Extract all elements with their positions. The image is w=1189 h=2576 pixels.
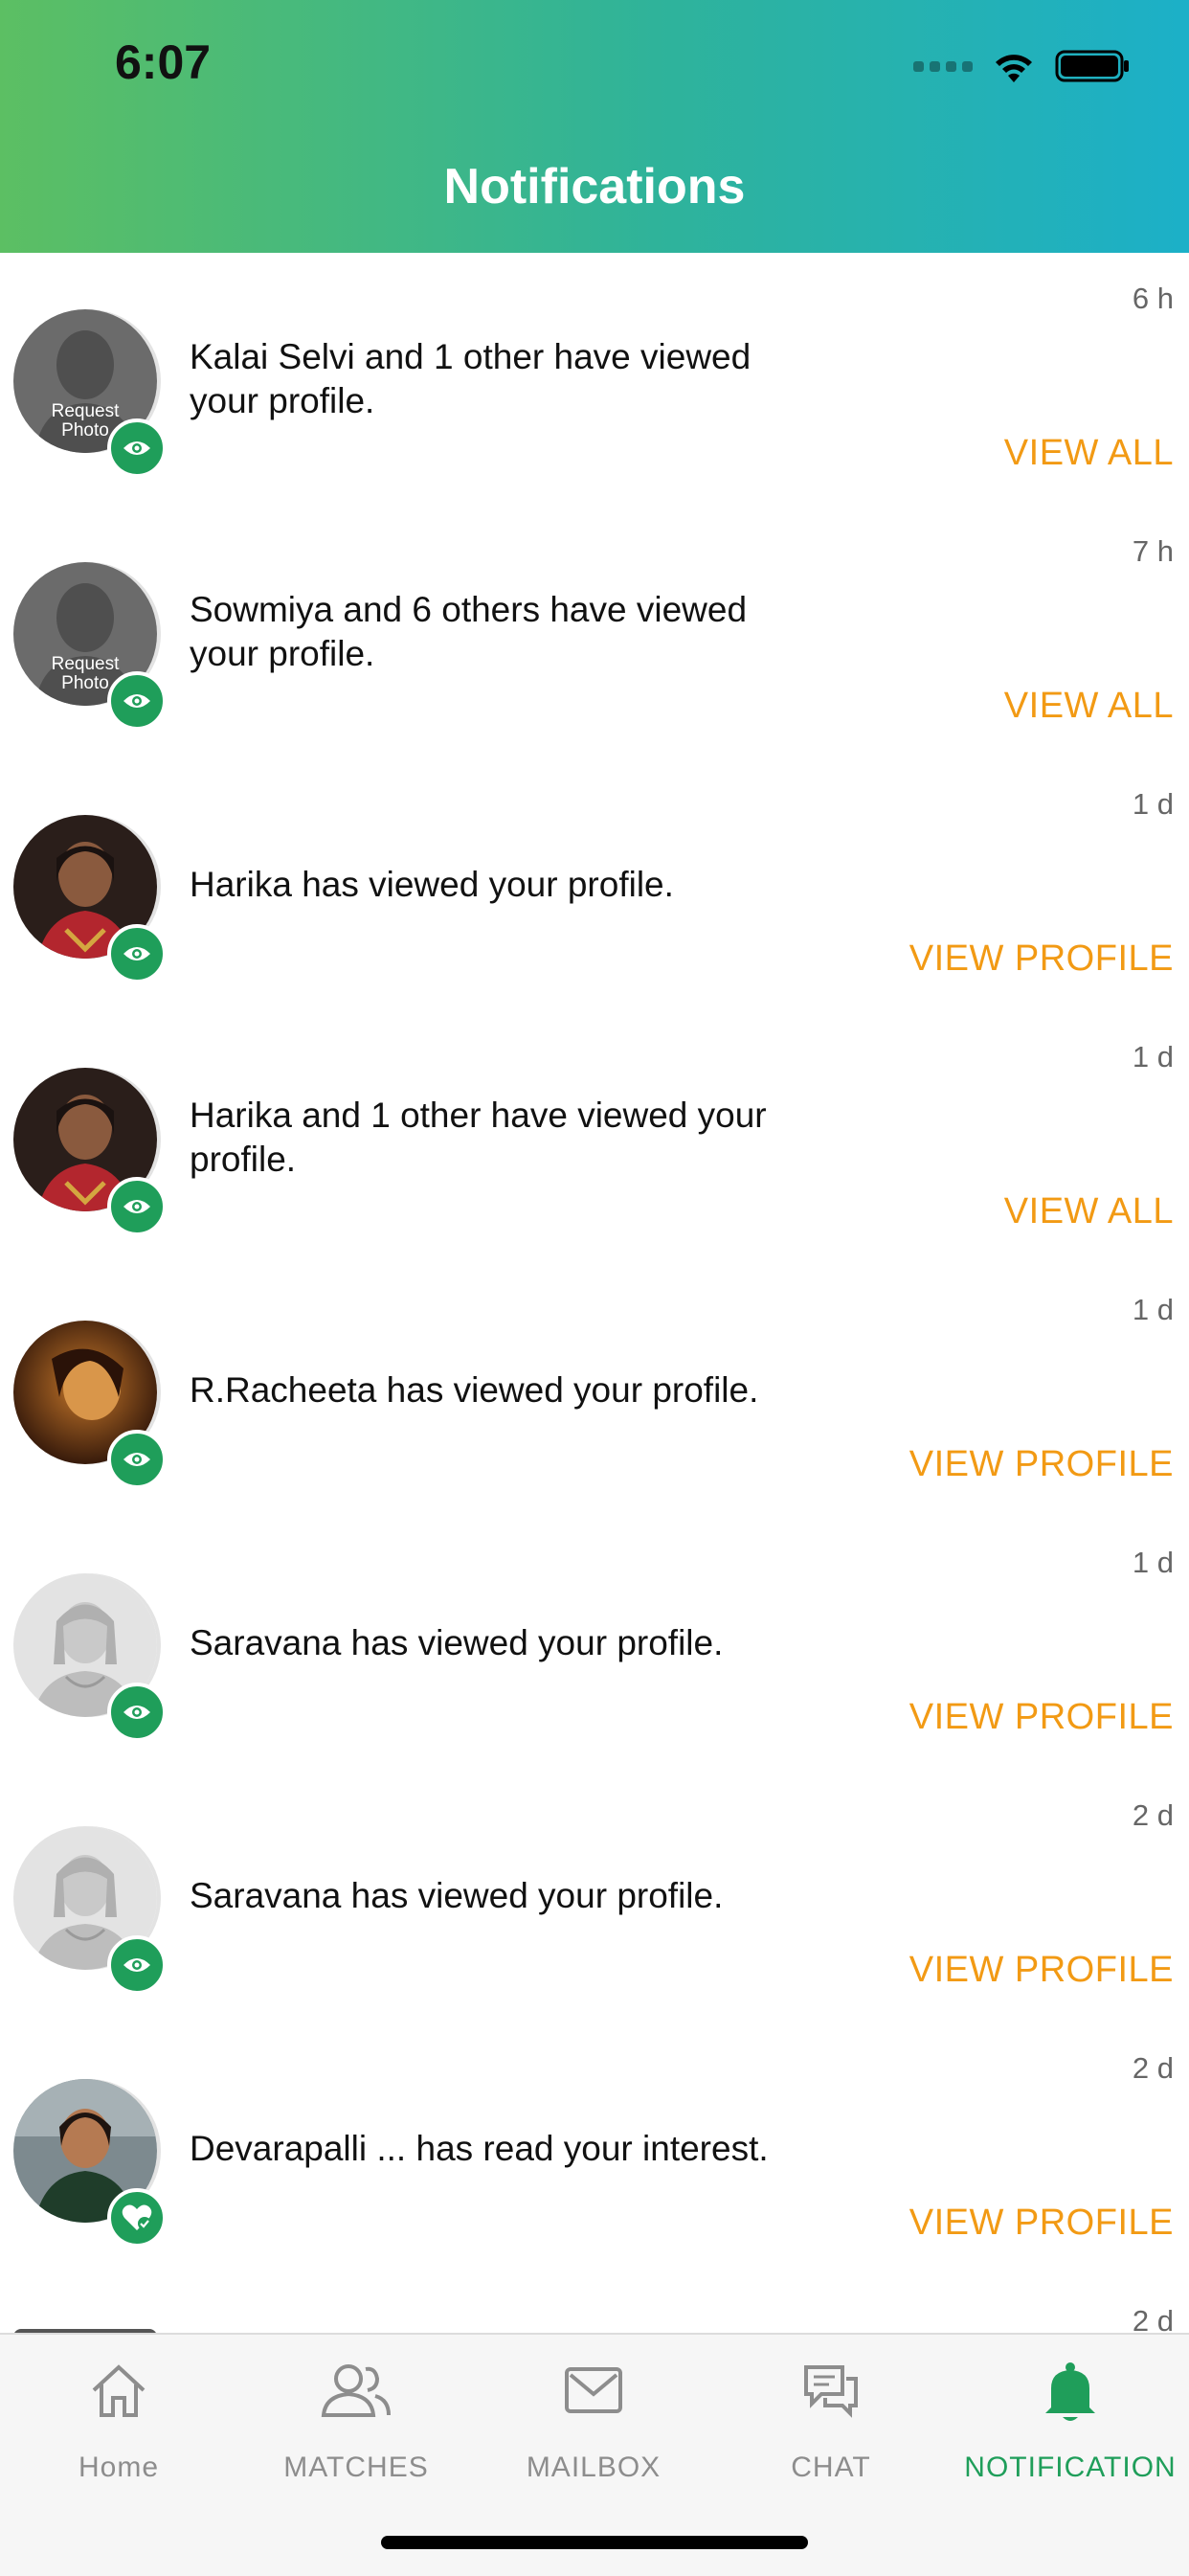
users-icon [237,2361,475,2429]
notification-item[interactable]: Harika has viewed your profile. 1 d VIEW… [0,758,1189,1011]
signal-icon [913,60,973,72]
view-profile-button[interactable]: VIEW PROFILE [909,1950,1174,1991]
notification-message: Devarapalli ... has read your interest. [190,2129,769,2168]
mail-icon [475,2361,712,2429]
tab-home[interactable]: Home [0,2335,237,2517]
notification-time: 2 d [1132,2051,1174,2085]
tab-chat[interactable]: CHAT [712,2335,950,2517]
notification-item[interactable]: Saravana has viewed your profile. 1 d VI… [0,1517,1189,1770]
tab-label: Home [78,2452,160,2483]
home-icon [0,2361,237,2429]
notification-item[interactable]: Harika and 1 other have viewed your prof… [0,1011,1189,1264]
notification-time: 2 d [1132,1798,1174,1832]
eye-icon [107,1430,167,1489]
view-profile-button[interactable]: VIEW PROFILE [909,1697,1174,1738]
notification-time: 6 h [1132,282,1174,315]
svg-text:Photo: Photo [61,673,109,693]
eye-icon [107,924,167,983]
notification-message: Kalai Selvi and 1 other have viewed your… [190,337,752,420]
wifi-icon [996,55,1032,82]
page-title: Notifications [443,159,746,215]
tab-label: MAILBOX [526,2452,662,2483]
notification-message: Sowmiya and 6 others have viewed your pr… [190,590,748,673]
notification-time: 1 d [1132,1546,1174,1579]
chat-icon [712,2361,950,2429]
heart-check-icon [107,2188,167,2248]
tab-label: CHAT [791,2452,871,2483]
tab-matches[interactable]: MATCHES [237,2335,475,2517]
app-header: 6:07 Notifications [0,0,1189,253]
eye-icon [107,1935,167,1995]
status-indicators [913,42,1132,90]
tab-mailbox[interactable]: MAILBOX [475,2335,712,2517]
notification-message: Saravana has viewed your profile. [190,1876,724,1915]
notification-item[interactable]: Request Photo Sowmiya and 6 others have … [0,506,1189,758]
view-profile-button[interactable]: VIEW PROFILE [909,938,1174,980]
notification-list[interactable]: Request Photo Kalai Selvi and 1 other ha… [0,253,1189,2275]
notification-item[interactable]: R.Racheeta has viewed your profile. 1 d … [0,1264,1189,1517]
svg-text:Request: Request [52,401,120,421]
notification-item[interactable]: Saravana has viewed your profile. 2 d VI… [0,1770,1189,2022]
tab-label: NOTIFICATION [964,2452,1177,2483]
eye-icon [107,671,167,731]
notification-item-partial[interactable]: 2 d [0,2275,1189,2338]
status-time: 6:07 [115,35,212,89]
eye-icon [107,1177,167,1236]
notification-message: Harika has viewed your profile. [190,865,674,904]
bell-icon [952,2361,1189,2429]
view-profile-button[interactable]: VIEW PROFILE [909,1444,1174,1485]
notification-item[interactable]: Request Photo Kalai Selvi and 1 other ha… [0,253,1189,506]
view-all-button[interactable]: VIEW ALL [1004,686,1174,727]
view-profile-button[interactable]: VIEW PROFILE [909,2203,1174,2244]
svg-text:Photo: Photo [61,420,109,441]
notification-time: 1 d [1132,1293,1174,1326]
tab-label: MATCHES [283,2452,429,2483]
battery-icon [1055,50,1129,82]
notification-item[interactable]: Devarapalli ... has read your interest. … [0,2022,1189,2275]
notification-time: 1 d [1132,1040,1174,1073]
view-all-button[interactable]: VIEW ALL [1004,1191,1174,1232]
notification-time: 1 d [1132,787,1174,821]
notification-time: 7 h [1132,534,1174,568]
svg-text:Request: Request [52,654,120,674]
eye-icon [107,418,167,478]
notification-message: R.Racheeta has viewed your profile. [190,1370,759,1410]
view-all-button[interactable]: VIEW ALL [1004,433,1174,474]
notification-message: Saravana has viewed your profile. [190,1623,724,1662]
eye-icon [107,1683,167,1742]
home-indicator [381,2536,808,2549]
tab-notification[interactable]: NOTIFICATION [952,2335,1189,2517]
notification-message: Harika and 1 other have viewed your prof… [190,1096,767,1179]
